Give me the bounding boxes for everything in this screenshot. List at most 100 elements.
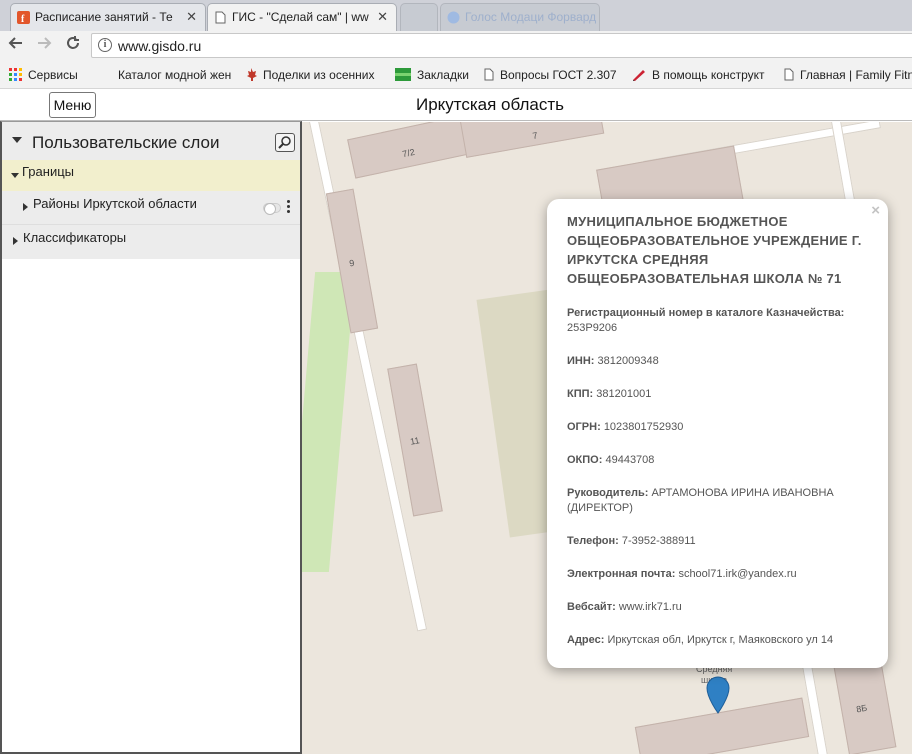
- bookmark-label: Поделки из осенних: [263, 68, 375, 82]
- reload-icon[interactable]: [62, 35, 84, 56]
- bookmark-family-fitness[interactable]: Главная | Family Fitn: [784, 68, 912, 84]
- field-value: school71.irk@yandex.ru: [678, 568, 797, 580]
- info-popup: × МУНИЦИПАЛЬНОЕ БЮДЖЕТНОЕ ОБЩЕОБРАЗОВАТЕ…: [547, 199, 888, 668]
- building-label: 9: [348, 257, 356, 269]
- field-value: 7-3952-388911: [621, 535, 696, 547]
- field-value: Иркутская обл, Иркутск г, Маяковского ул…: [607, 634, 834, 646]
- panel-title: Пользовательские слои: [32, 133, 220, 152]
- layer-visibility-toggle[interactable]: [263, 203, 281, 215]
- close-popup-icon[interactable]: ×: [871, 202, 880, 219]
- apps-grid-icon: [9, 68, 22, 84]
- field-ogrn: ОГРН: 1023801752930: [567, 420, 868, 435]
- close-tab-icon[interactable]: ✕: [377, 9, 388, 25]
- region-title: Иркутская область: [415, 95, 565, 114]
- building-7[interactable]: 7: [459, 122, 605, 158]
- forward-arrow-icon[interactable]: [33, 35, 55, 56]
- page-icon: [214, 11, 227, 24]
- pencil-icon: [632, 68, 646, 84]
- tab-new[interactable]: [400, 3, 438, 31]
- field-label: Вебсайт:: [567, 601, 616, 613]
- collapsed-caret-icon[interactable]: [23, 203, 28, 211]
- bookmark-label: Закладки: [417, 68, 469, 82]
- field-website: Вебсайт: www.irk71.ru: [567, 600, 868, 615]
- field-address: Адрес: Иркутская обл, Иркутск г, Маяковс…: [567, 633, 868, 648]
- field-treasury-reg: Регистрационный номер в каталоге Казначе…: [567, 306, 868, 336]
- layer-group-borders[interactable]: Границы: [2, 160, 300, 191]
- bookmark-gost[interactable]: Вопросы ГОСТ 2.307: [484, 68, 618, 84]
- map-marker-icon[interactable]: [706, 676, 730, 714]
- building-label: 7/2: [401, 146, 416, 160]
- field-director: Руководитель: АРТАМОНОВА ИРИНА ИВАНОВНА …: [567, 486, 868, 516]
- field-label: Электронная почта:: [567, 568, 676, 580]
- more-options-icon[interactable]: [287, 200, 290, 214]
- page-icon: [784, 68, 794, 84]
- address-bar[interactable]: i www.gisdo.ru: [91, 33, 912, 58]
- bookmark-folder[interactable]: Закладки: [395, 68, 469, 84]
- collapse-caret-icon[interactable]: [12, 137, 22, 143]
- close-tab-icon[interactable]: ✕: [186, 9, 197, 25]
- field-label: Руководитель:: [567, 487, 649, 499]
- field-label: ОГРН:: [567, 421, 601, 433]
- tab-twitter[interactable]: Голос Модаци Форвард: [440, 3, 600, 31]
- browser-tab-strip: f Расписание занятий - Те ✕ ГИС - "Сдела…: [0, 0, 912, 31]
- field-phone: Телефон: 7-3952-388911: [567, 534, 868, 549]
- search-button[interactable]: [275, 133, 295, 152]
- layer-group-classifiers[interactable]: Классификаторы: [2, 225, 300, 259]
- tab-title: ГИС - "Сделай сам" | ww: [232, 10, 369, 24]
- bookmark-designer[interactable]: В помощь конструкт: [632, 68, 768, 84]
- tab-gis[interactable]: ГИС - "Сделай сам" | ww ✕: [207, 3, 397, 31]
- bookmark-catalog[interactable]: Каталог модной жен: [118, 68, 232, 82]
- road: [801, 662, 833, 754]
- bookmark-crafts[interactable]: Поделки из осенних: [245, 68, 380, 84]
- maple-leaf-icon: [245, 68, 257, 84]
- field-label: ОКПО:: [567, 454, 603, 466]
- bookmark-label: Каталог модной жен: [118, 68, 232, 82]
- field-value: 381201001: [596, 388, 652, 400]
- app-header: Меню Иркутская область: [0, 89, 912, 121]
- building-label: 11: [409, 435, 421, 447]
- field-value: 253P9206: [567, 322, 618, 334]
- info-icon[interactable]: i: [98, 38, 112, 52]
- layer-label: Районы Иркутской области: [33, 196, 197, 211]
- green-bar-icon: [395, 68, 411, 84]
- field-label: Регистрационный номер в каталоге Казначе…: [567, 307, 845, 319]
- building-label: 7: [531, 130, 539, 141]
- field-label: Телефон:: [567, 535, 619, 547]
- menu-button[interactable]: Меню: [49, 92, 96, 118]
- field-okpo: ОКПО: 49443708: [567, 453, 868, 468]
- group-label: Классификаторы: [23, 230, 127, 245]
- search-icon: [278, 136, 291, 149]
- building-label: 8Б: [855, 702, 868, 715]
- bookmark-label: В помощь конструкт: [652, 68, 765, 82]
- bookmark-services[interactable]: Сервисы: [9, 68, 78, 84]
- field-email: Электронная почта: school71.irk@yandex.r…: [567, 567, 868, 582]
- field-inn: ИНН: 3812009348: [567, 354, 868, 369]
- tab-title: Расписание занятий - Те: [35, 10, 173, 24]
- back-arrow-icon[interactable]: [5, 35, 27, 56]
- bookmark-label: Сервисы: [28, 68, 78, 82]
- layer-irkutsk-districts[interactable]: Районы Иркутской области: [2, 191, 300, 225]
- bookmark-label: Вопросы ГОСТ 2.307: [500, 68, 617, 82]
- organization-name: МУНИЦИПАЛЬНОЕ БЮДЖЕТНОЕ ОБЩЕОБРАЗОВАТЕЛЬ…: [567, 214, 862, 286]
- field-kpp: КПП: 381201001: [567, 387, 868, 402]
- field-value: 3812009348: [597, 355, 659, 367]
- field-value: 49443708: [605, 454, 655, 466]
- building-8b[interactable]: 8Б: [833, 658, 897, 754]
- layers-panel-header[interactable]: Пользовательские слои: [2, 122, 300, 160]
- field-label: КПП:: [567, 388, 594, 400]
- browser-toolbar: i www.gisdo.ru: [0, 31, 912, 61]
- tab-title: Голос Модаци Форвард: [465, 10, 597, 24]
- field-label: ИНН:: [567, 355, 595, 367]
- bird-icon: [447, 11, 460, 24]
- group-label: Границы: [22, 164, 74, 179]
- field-label: Адрес:: [567, 634, 605, 646]
- page-icon: [484, 68, 494, 84]
- url-text: www.gisdo.ru: [118, 38, 202, 54]
- collapsed-caret-icon[interactable]: [13, 237, 18, 245]
- building-7-2[interactable]: 7/2: [347, 122, 469, 179]
- expanded-caret-icon[interactable]: [11, 173, 19, 178]
- bookmark-label: Главная | Family Fitn: [800, 68, 912, 82]
- tab-schedule[interactable]: f Расписание занятий - Те ✕: [10, 3, 206, 31]
- layers-sidebar: Пользовательские слои Границы Районы Ирк…: [0, 121, 302, 754]
- bookmarks-bar: Сервисы Каталог модной жен Поделки из ос…: [0, 61, 912, 89]
